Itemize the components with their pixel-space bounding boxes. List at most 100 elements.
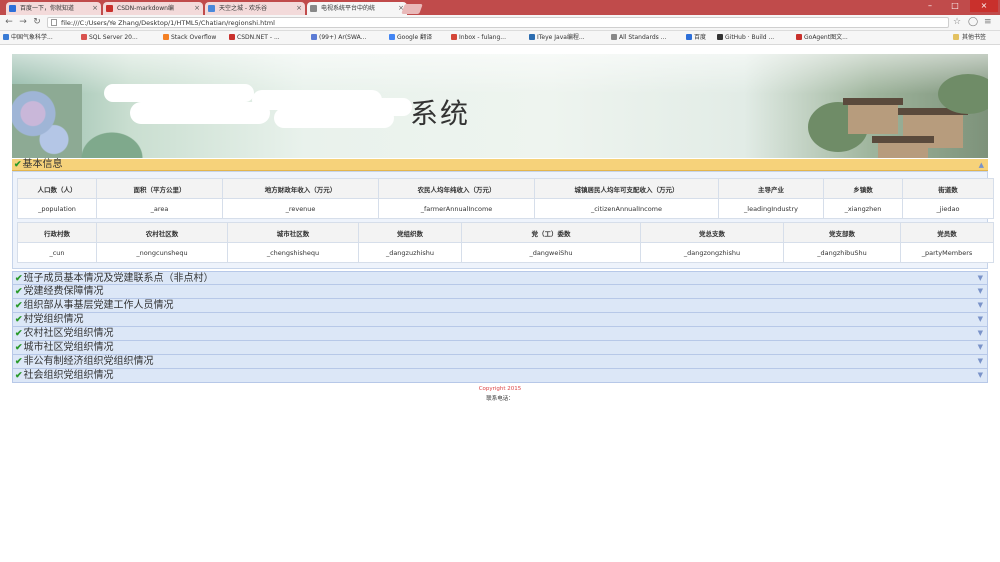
collapsed-section[interactable]: ✔组织部从事基层党建工作人员情况 ▼ bbox=[12, 299, 988, 313]
bookmark-item[interactable]: Stack Overflow bbox=[162, 31, 216, 44]
bookmark-item[interactable]: SQL Server 20... bbox=[80, 31, 138, 44]
tab-label: 天空之城 - 欢乐谷 bbox=[219, 5, 267, 12]
bookmark-icon bbox=[229, 34, 235, 40]
chevron-down-icon[interactable]: ▼ bbox=[978, 313, 983, 326]
browser-tab[interactable]: CSDN-markdown编 × bbox=[103, 2, 203, 15]
table-value-cell: _population bbox=[17, 198, 97, 219]
collapsed-section[interactable]: ✔社会组织党组织情况 ▼ bbox=[12, 369, 988, 383]
address-bar[interactable]: file:///C:/Users/Ye Zhang/Desktop/1/HTML… bbox=[47, 17, 949, 28]
collapsed-section[interactable]: ✔村党组织情况 ▼ bbox=[12, 313, 988, 327]
chevron-down-icon[interactable]: ▼ bbox=[978, 272, 983, 285]
table-header-cell: 面积（平方公里） bbox=[96, 178, 223, 199]
basic-info-table-a: 人口数（人） 面积（平方公里） 地方财政年收入（万元） 农民人均年纯收入（万元） 城镇居… bbox=[17, 178, 994, 219]
tab-label: CSDN-markdown编 bbox=[117, 5, 174, 12]
table-header-cell: 城镇居民人均年可支配收入（万元） bbox=[534, 178, 719, 199]
table-value-cell: _dangzhibuShu bbox=[783, 242, 901, 263]
bookmark-item[interactable]: Google 翻译 bbox=[388, 31, 432, 44]
chevron-down-icon[interactable]: ▼ bbox=[978, 355, 983, 368]
table-value-cell: _partyMembers bbox=[900, 242, 994, 263]
table-header-cell: 党支部数 bbox=[783, 222, 901, 243]
new-tab-button[interactable] bbox=[401, 4, 423, 14]
tab-favicon bbox=[310, 5, 317, 12]
browser-tab[interactable]: 电视系统平台中的统 × bbox=[307, 2, 407, 15]
collapsed-section[interactable]: ✔城市社区党组织情况 ▼ bbox=[12, 341, 988, 355]
browser-tab[interactable]: 百度一下，你就知道 × bbox=[6, 2, 101, 15]
table-value-cell: _leadingIndustry bbox=[718, 198, 824, 219]
star-icon[interactable]: ☆ bbox=[953, 16, 961, 29]
collapsed-section[interactable]: ✔班子成员基本情况及党建联系点（非点村） ▼ bbox=[12, 271, 988, 285]
browser-tab[interactable]: 天空之城 - 欢乐谷 × bbox=[205, 2, 305, 15]
bookmark-item[interactable]: GitHub · Build ... bbox=[716, 31, 774, 44]
table-header-cell: 农民人均年纯收入（万元） bbox=[378, 178, 535, 199]
bookmark-icon bbox=[389, 34, 395, 40]
collapsed-section[interactable]: ✔党建经费保障情况 ▼ bbox=[12, 285, 988, 299]
back-button[interactable]: ← bbox=[3, 16, 15, 29]
bookmark-label: 百度 bbox=[694, 34, 707, 41]
bookmark-item[interactable]: CSDN.NET - ... bbox=[228, 31, 280, 44]
forward-button[interactable]: → bbox=[17, 16, 29, 29]
collapsed-section-title: 班子成员基本情况及党建联系点（非点村） bbox=[23, 273, 214, 284]
other-bookmarks[interactable]: 其他书签 bbox=[952, 31, 986, 44]
bookmark-item[interactable]: Inbox - fulang... bbox=[450, 31, 506, 44]
check-icon: ✔ bbox=[14, 160, 22, 170]
collapsed-section-title: 村党组织情况 bbox=[23, 314, 84, 325]
table-header-cell: 农村社区数 bbox=[96, 222, 228, 243]
table-value-cell: _chengshishequ bbox=[227, 242, 359, 263]
banner-village bbox=[808, 72, 988, 158]
bookmark-icon bbox=[311, 34, 317, 40]
menu-icon[interactable]: ≡ bbox=[984, 16, 992, 29]
table-header-cell: 党总支数 bbox=[640, 222, 784, 243]
system-banner: 系统 bbox=[12, 54, 988, 158]
chevron-down-icon[interactable]: ▼ bbox=[978, 299, 983, 312]
close-tab-icon[interactable]: × bbox=[92, 2, 98, 15]
footer-contact: 联系电话： bbox=[486, 396, 514, 402]
basic-info-panel: 人口数（人） 面积（平方公里） 地方财政年收入（万元） 农民人均年纯收入（万元） 城镇居… bbox=[12, 171, 994, 269]
bookmark-label: ITeye Java编程... bbox=[537, 34, 585, 41]
footer-copyright: Copyright 2015 bbox=[478, 386, 522, 392]
close-tab-icon[interactable]: × bbox=[296, 2, 302, 15]
collapsed-section[interactable]: ✔农村社区党组织情况 ▼ bbox=[12, 327, 988, 341]
chevron-down-icon[interactable]: ▼ bbox=[978, 341, 983, 354]
check-icon: ✔ bbox=[15, 357, 23, 367]
extension-icon[interactable]: ◯ bbox=[968, 16, 978, 29]
table-header-cell: 党（工）委数 bbox=[461, 222, 641, 243]
bookmark-label: Inbox - fulang... bbox=[459, 34, 506, 41]
check-icon: ✔ bbox=[15, 371, 23, 381]
bookmark-item[interactable]: All Standards ... bbox=[610, 31, 666, 44]
maximize-button[interactable]: □ bbox=[945, 0, 965, 12]
reload-button[interactable]: ↻ bbox=[31, 16, 43, 29]
check-icon: ✔ bbox=[15, 343, 23, 353]
bookmark-label: 中国气象科学... bbox=[11, 34, 53, 41]
tab-favicon bbox=[208, 5, 215, 12]
chevron-down-icon[interactable]: ▼ bbox=[978, 285, 983, 298]
table-value-cell: _dangzongzhishu bbox=[640, 242, 784, 263]
bookmark-item[interactable]: 中国气象科学... bbox=[2, 31, 53, 44]
minimize-button[interactable]: – bbox=[920, 0, 940, 12]
table-header-cell: 地方财政年收入（万元） bbox=[222, 178, 379, 199]
bookmark-item[interactable]: GoAgent图文... bbox=[795, 31, 848, 44]
bookmark-label: All Standards ... bbox=[619, 34, 667, 41]
collapsed-section[interactable]: ✔非公有制经济组织党组织情况 ▼ bbox=[12, 355, 988, 369]
table-value-cell: _xiangzhen bbox=[823, 198, 903, 219]
bookmark-icon bbox=[163, 34, 169, 40]
close-tab-icon[interactable]: × bbox=[194, 2, 200, 15]
bookmark-item[interactable]: (99+) Ar(SWA... bbox=[310, 31, 366, 44]
tab-label: 电视系统平台中的统 bbox=[321, 5, 376, 12]
collapsed-section-title: 农村社区党组织情况 bbox=[23, 328, 114, 339]
check-icon: ✔ bbox=[15, 315, 23, 325]
close-window-button[interactable]: × bbox=[970, 0, 998, 12]
bookmark-item[interactable]: ITeye Java编程... bbox=[528, 31, 585, 44]
chevron-down-icon[interactable]: ▼ bbox=[978, 369, 983, 382]
table-header-cell: 党组织数 bbox=[358, 222, 462, 243]
table-header-cell: 街道数 bbox=[902, 178, 994, 199]
bookmark-icon bbox=[81, 34, 87, 40]
table-value-cell: _citizenAnnualIncome bbox=[534, 198, 719, 219]
check-icon: ✔ bbox=[15, 274, 23, 284]
bookmark-item[interactable]: 百度 bbox=[685, 31, 706, 44]
bookmark-icon bbox=[717, 34, 723, 40]
section-basic-info[interactable]: ✔基本信息 ▲ bbox=[12, 159, 988, 171]
table-header-cell: 行政村数 bbox=[17, 222, 97, 243]
chevron-up-icon[interactable]: ▲ bbox=[979, 159, 984, 171]
chevron-down-icon[interactable]: ▼ bbox=[978, 327, 983, 340]
table-value-cell: _jiedao bbox=[902, 198, 994, 219]
